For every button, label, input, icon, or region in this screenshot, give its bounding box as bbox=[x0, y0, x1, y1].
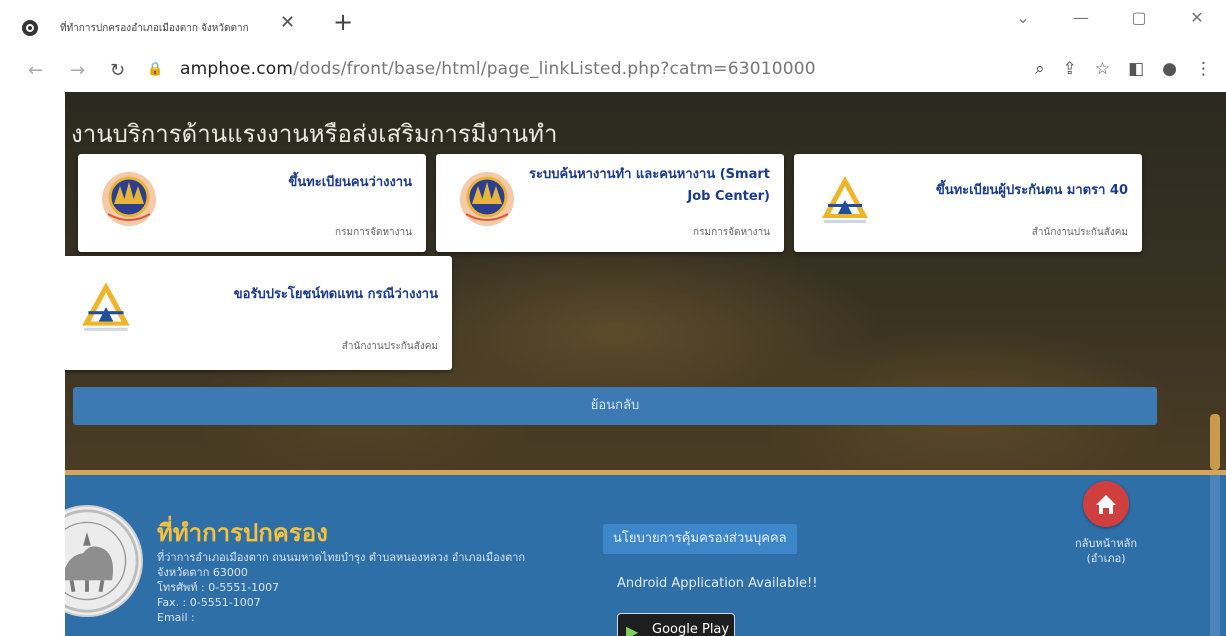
card-org: กรมการจัดหางาน bbox=[335, 227, 412, 238]
chevron-down-icon[interactable]: ⌄ bbox=[994, 8, 1052, 27]
footer-email: Email : bbox=[157, 611, 195, 624]
footer-fax: Fax. : 0-5551-1007 bbox=[157, 596, 261, 609]
sso-logo-icon bbox=[822, 176, 868, 223]
footer-title: ที่ทำการปกครอง bbox=[157, 519, 328, 547]
lock-icon[interactable]: 🔒 bbox=[147, 62, 163, 77]
url-host: amphoe.com bbox=[180, 59, 294, 79]
home-icon bbox=[1096, 495, 1116, 514]
share-icon[interactable]: ⇪ bbox=[1063, 59, 1077, 79]
close-icon[interactable]: ✕ bbox=[1168, 8, 1226, 27]
url-path: /dods/front/base/html/page_linkListed.ph… bbox=[293, 59, 816, 79]
footer-tel: โทรศัพท์ : 0-5551-1007 bbox=[157, 581, 280, 594]
google-play-icon: ▶ bbox=[626, 622, 639, 636]
side-panel-icon[interactable]: ◧ bbox=[1128, 59, 1144, 79]
card-title: ขึ้นทะเบียนผู้ประกันตน มาตรา 40 bbox=[935, 183, 1128, 198]
address-bar-actions: ⌕ ⇪ ☆ ◧ ● ⋮ bbox=[1035, 59, 1212, 79]
card-org: สำนักงานประกันสังคม bbox=[341, 341, 438, 352]
url-field[interactable]: amphoe.com/dods/front/base/html/page_lin… bbox=[180, 59, 816, 79]
card-title: ขอรับประโยชน์ทดแทน กรณีว่างงาน bbox=[233, 287, 438, 302]
footer-address: ที่ว่าการอำเภอเมืองตาก ถนนมหาดไทยบำรุง ต… bbox=[157, 551, 526, 579]
profile-icon[interactable]: ● bbox=[1162, 59, 1177, 79]
star-icon[interactable]: ☆ bbox=[1095, 59, 1110, 79]
home-button[interactable] bbox=[1083, 481, 1129, 527]
doe-seal-icon bbox=[102, 172, 156, 226]
reload-icon[interactable]: ↻ bbox=[110, 60, 125, 81]
main-content: งานบริการด้านแรงงานหรือส่งเสริมการมีงานท… bbox=[65, 92, 1226, 470]
district-emblem-icon bbox=[65, 505, 143, 617]
section-title: งานบริการด้านแรงงานหรือส่งเสริมการมีงานท… bbox=[71, 120, 558, 148]
footer: ที่ทำการปกครอง ที่ว่าการอำเภอเมืองตาก ถน… bbox=[65, 475, 1226, 636]
scrollbar-thumb[interactable] bbox=[1210, 414, 1220, 470]
zoom-icon[interactable]: ⌕ bbox=[1035, 59, 1045, 79]
tab-title: ที่ทำการปกครองอำเภอเมืองตาก จังหวัดตาก bbox=[60, 22, 249, 34]
footer-scrollbar-track bbox=[1210, 475, 1220, 636]
card-title: ระบบค้นหางานทำ และคนหางาน (Smart Job Cen… bbox=[529, 167, 770, 204]
window-controls: ⌄ — ▢ ✕ bbox=[994, 8, 1226, 27]
service-card[interactable]: ขอรับประโยชน์ทดแทน กรณีว่างงาน สำนักงานป… bbox=[65, 256, 452, 370]
forward-arrow-icon[interactable]: → bbox=[70, 60, 85, 81]
sso-logo-icon bbox=[82, 282, 130, 331]
footer-address-block: ที่ว่าการอำเภอเมืองตาก ถนนมหาดไทยบำรุง ต… bbox=[157, 550, 527, 625]
card-org: สำนักงานประกันสังคม bbox=[1031, 227, 1128, 238]
menu-icon[interactable]: ⋮ bbox=[1195, 59, 1212, 79]
browser-tab-bar: ที่ทำการปกครองอำเภอเมืองตาก จังหวัดตาก ✕… bbox=[0, 0, 1226, 50]
new-tab-icon[interactable]: + bbox=[333, 10, 353, 34]
service-card[interactable]: ขึ้นทะเบียนผู้ประกันตน มาตรา 40 สำนักงาน… bbox=[794, 154, 1142, 252]
service-card[interactable]: ระบบค้นหางานทำ และคนหางาน (Smart Job Cen… bbox=[436, 154, 784, 252]
minimize-icon[interactable]: — bbox=[1052, 8, 1110, 27]
back-arrow-icon[interactable]: ← bbox=[28, 60, 43, 81]
back-button[interactable]: ย้อนกลับ bbox=[73, 387, 1157, 425]
browser-tab[interactable]: ที่ทำการปกครองอำเภอเมืองตาก จังหวัดตาก bbox=[22, 12, 250, 44]
card-title: ขึ้นทะเบียนคนว่างงาน bbox=[288, 175, 412, 190]
restore-icon[interactable]: ▢ bbox=[1110, 8, 1168, 27]
address-bar: ← → ↻ 🔒 amphoe.com/dods/front/base/html/… bbox=[0, 50, 1226, 92]
home-label[interactable]: กลับหน้าหลัก (อำเภอ) bbox=[1058, 536, 1154, 566]
globe-icon bbox=[22, 20, 38, 36]
card-org: กรมการจัดหางาน bbox=[693, 227, 770, 238]
privacy-policy-button[interactable]: นโยบายการคุ้มครองส่วนบุคคล bbox=[603, 524, 797, 554]
google-play-badge[interactable]: ▶ Google Play bbox=[617, 613, 735, 636]
doe-seal-icon bbox=[460, 172, 514, 226]
tab-close-icon[interactable]: ✕ bbox=[280, 14, 295, 32]
service-card[interactable]: ขึ้นทะเบียนคนว่างงาน กรมการจัดหางาน bbox=[78, 154, 426, 252]
android-app-text: Android Application Available!! bbox=[617, 576, 818, 591]
google-play-label: Google Play bbox=[652, 622, 730, 636]
